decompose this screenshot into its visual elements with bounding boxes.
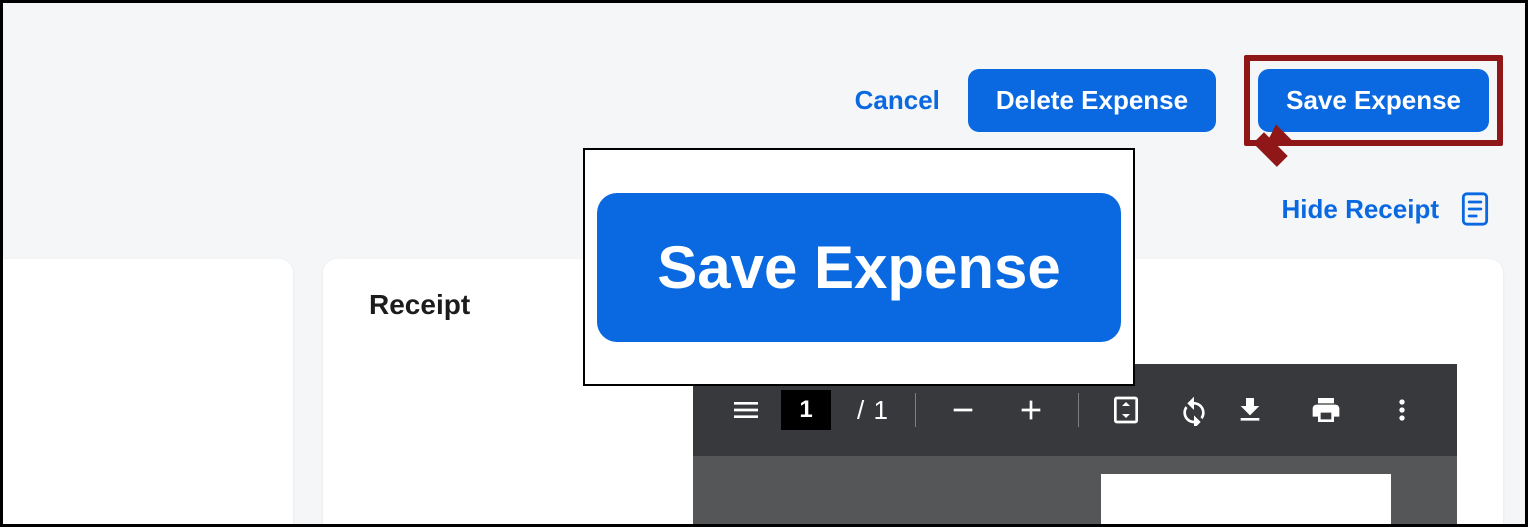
zoom-in-icon[interactable] <box>1010 389 1052 431</box>
download-icon[interactable] <box>1229 389 1271 431</box>
save-expense-callout: Save Expense <box>583 148 1135 386</box>
pdf-page-separator: / <box>857 395 865 425</box>
toolbar-separator <box>1078 393 1079 427</box>
hide-receipt-row: Hide Receipt <box>1282 192 1490 226</box>
pdf-viewer: 1 / 1 <box>693 364 1457 524</box>
action-row: Cancel Delete Expense Save Expense <box>855 55 1503 146</box>
pdf-toolbar-right <box>1229 389 1457 431</box>
fit-to-page-icon[interactable] <box>1105 389 1147 431</box>
pdf-page <box>1101 474 1391 524</box>
save-expense-callout-button: Save Expense <box>597 193 1121 342</box>
cancel-button[interactable]: Cancel <box>855 85 940 116</box>
pdf-page-total: / 1 <box>857 395 889 426</box>
pdf-toolbar-center: 1 / 1 <box>767 389 1229 431</box>
receipt-heading: Receipt <box>369 289 470 321</box>
menu-icon[interactable] <box>725 389 767 431</box>
hide-receipt-button[interactable]: Hide Receipt <box>1282 194 1440 225</box>
pdf-body[interactable] <box>693 456 1457 524</box>
delete-expense-button[interactable]: Delete Expense <box>968 69 1216 132</box>
top-bar: Cancel Delete Expense Save Expense <box>3 3 1525 163</box>
more-options-icon[interactable] <box>1381 389 1423 431</box>
zoom-out-icon[interactable] <box>942 389 984 431</box>
toolbar-separator <box>915 393 916 427</box>
pdf-current-page[interactable]: 1 <box>781 390 831 430</box>
rotate-icon[interactable] <box>1173 389 1215 431</box>
print-icon[interactable] <box>1305 389 1347 431</box>
save-expense-button[interactable]: Save Expense <box>1258 69 1489 132</box>
pdf-total-pages: 1 <box>874 395 889 425</box>
save-expense-highlight-box: Save Expense <box>1244 55 1503 146</box>
left-side-panel <box>3 259 293 524</box>
receipt-icon <box>1461 192 1489 226</box>
app-frame: Cancel Delete Expense Save Expense Hide … <box>0 0 1528 527</box>
